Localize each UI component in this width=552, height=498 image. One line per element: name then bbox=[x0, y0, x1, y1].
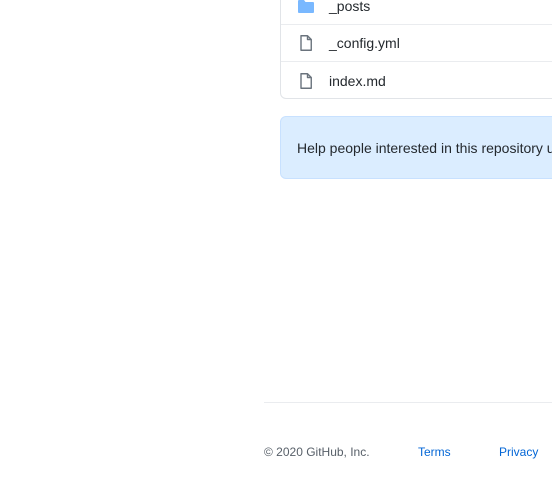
file-row-posts[interactable]: _posts bbox=[281, 0, 552, 25]
file-list: _posts _config.yml index.md bbox=[280, 0, 552, 99]
footer-divider bbox=[264, 402, 552, 403]
file-name[interactable]: index.md bbox=[329, 73, 386, 89]
footer-link-terms[interactable]: Terms bbox=[418, 445, 451, 459]
banner-text: Help people interested in this repositor… bbox=[297, 140, 552, 156]
file-row-index[interactable]: index.md bbox=[281, 62, 552, 99]
page: _posts _config.yml index.md Help people … bbox=[0, 0, 552, 498]
file-icon bbox=[297, 72, 315, 90]
file-name[interactable]: _posts bbox=[329, 0, 370, 14]
folder-icon bbox=[297, 0, 315, 15]
footer-link-privacy[interactable]: Privacy bbox=[499, 445, 538, 459]
file-name[interactable]: _config.yml bbox=[329, 35, 400, 51]
file-row-config[interactable]: _config.yml bbox=[281, 25, 552, 62]
info-banner: Help people interested in this repositor… bbox=[280, 116, 552, 179]
file-icon bbox=[297, 34, 315, 52]
footer-copyright: © 2020 GitHub, Inc. bbox=[264, 445, 370, 459]
